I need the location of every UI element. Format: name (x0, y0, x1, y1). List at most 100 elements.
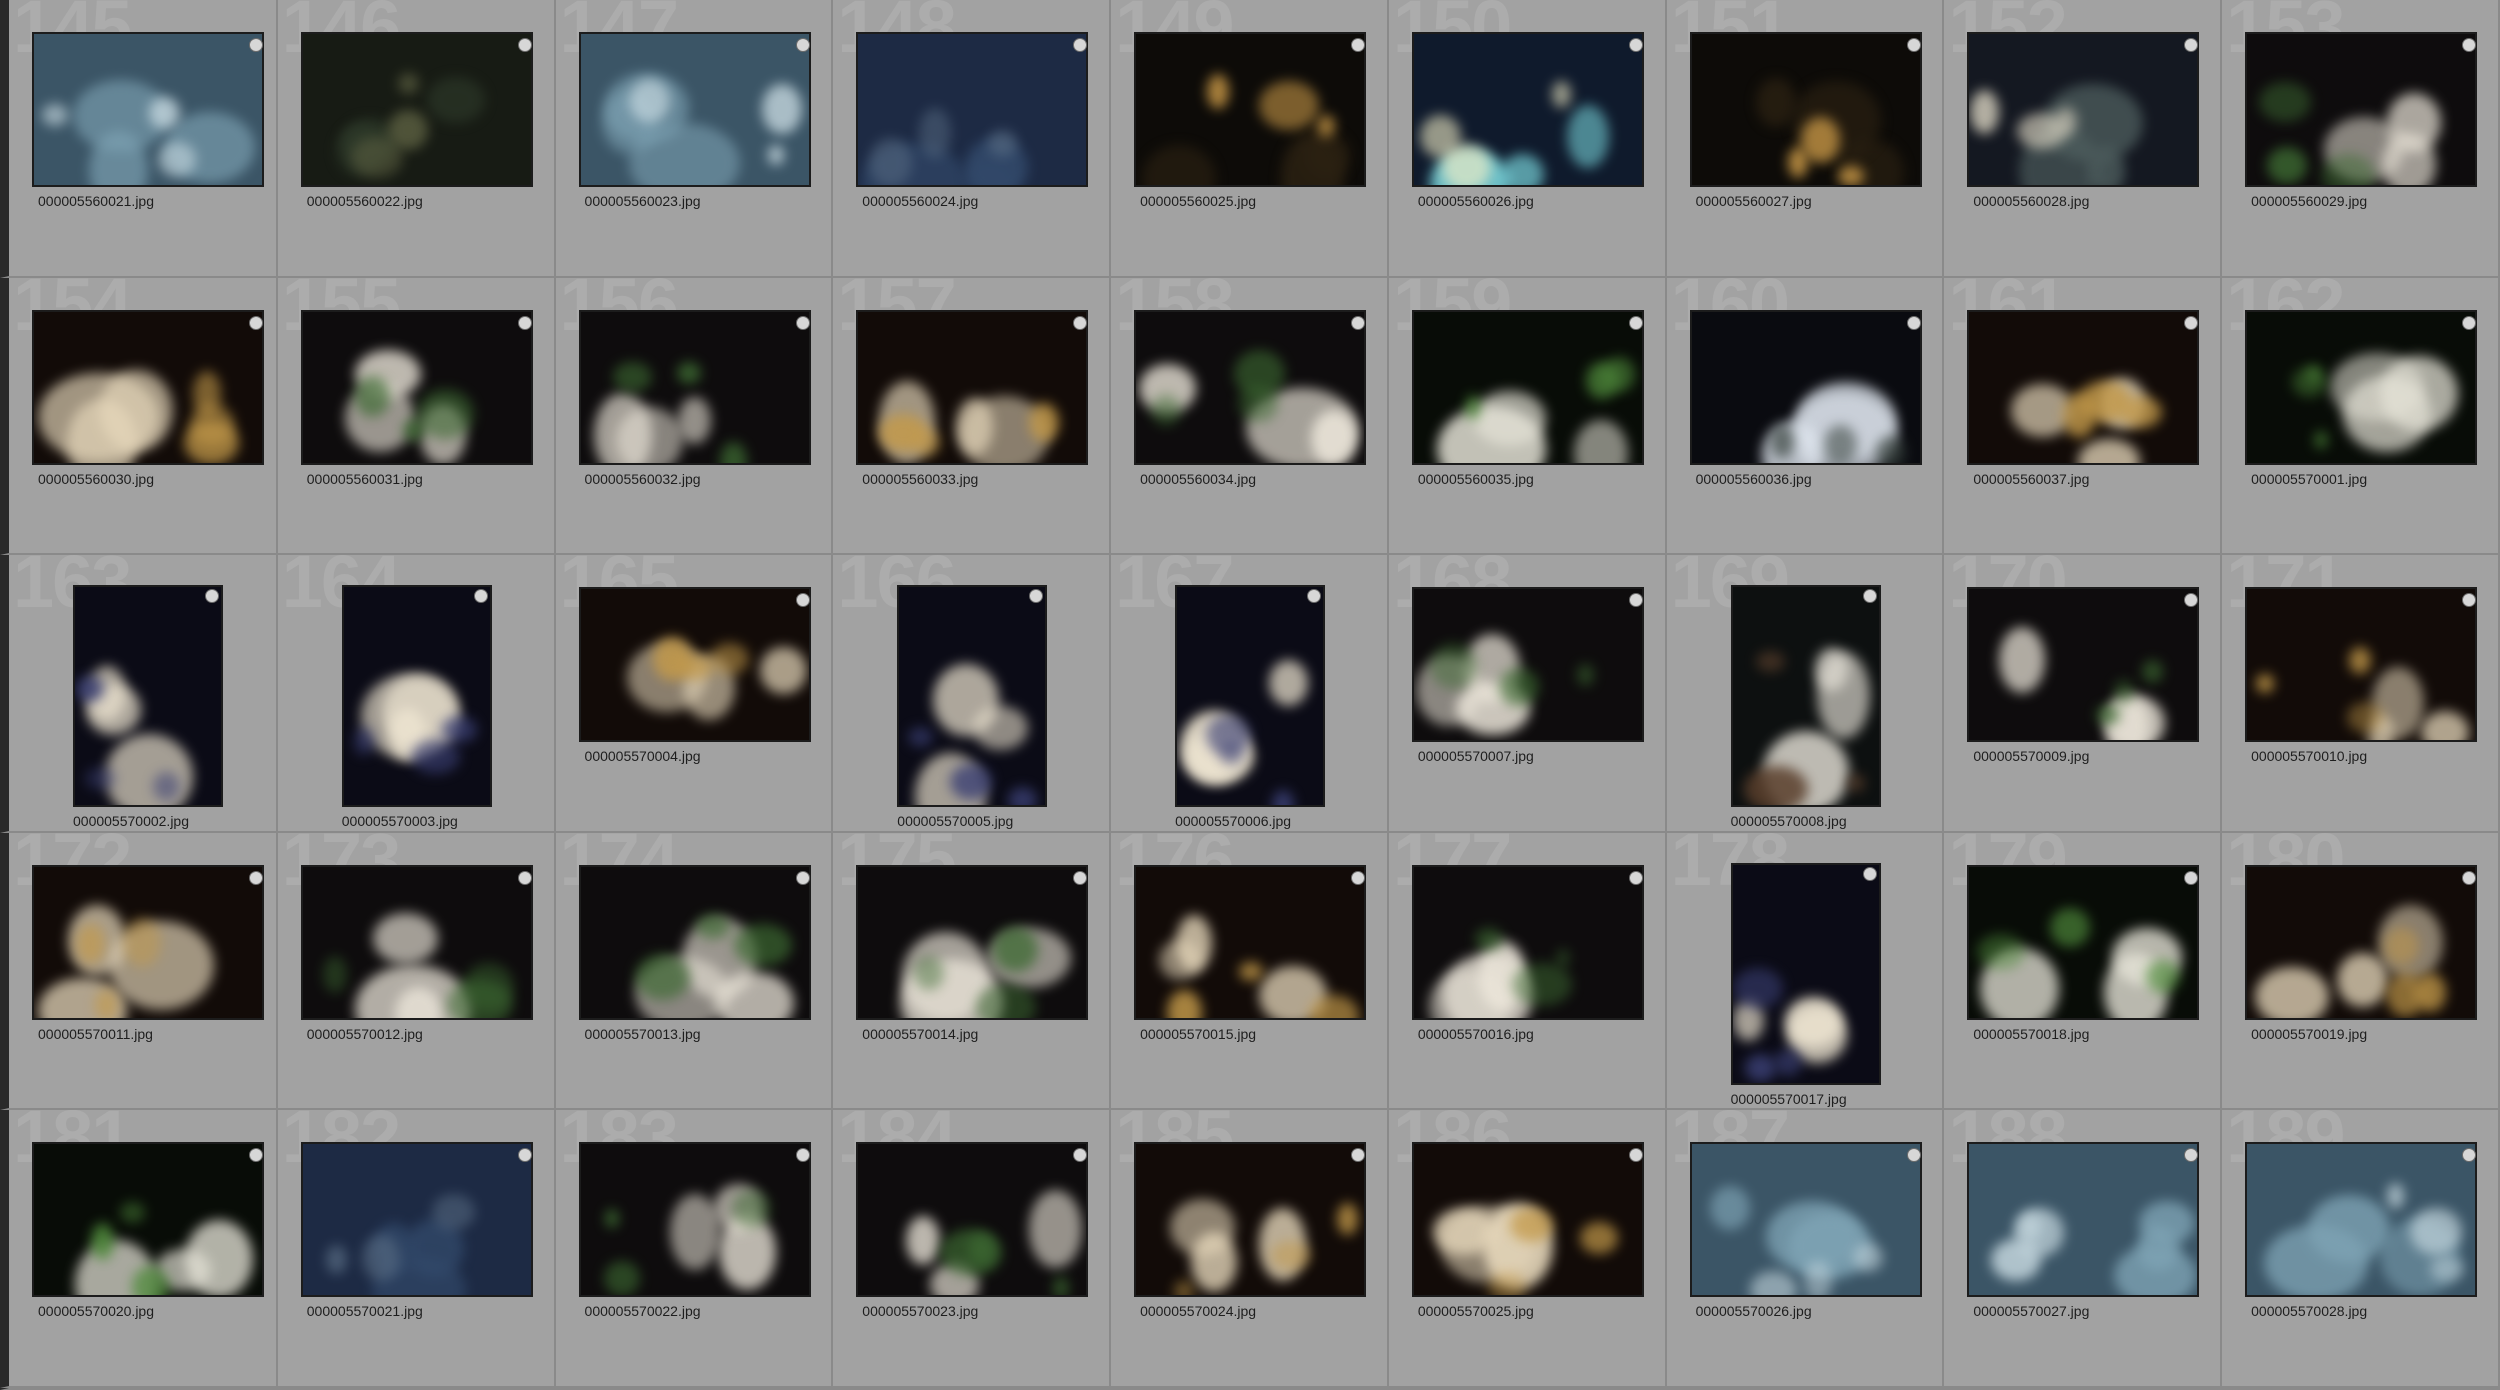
grid-cell[interactable]: 162000005570001.jpg (2222, 277, 2500, 555)
grid-cell[interactable]: 175000005570014.jpg (833, 832, 1112, 1110)
photo-thumbnail[interactable] (73, 585, 223, 807)
grid-cell[interactable]: 155000005560031.jpg (277, 277, 556, 555)
grid-cell[interactable]: 167 000005570006.jpg (1111, 555, 1389, 833)
grid-cell[interactable]: 154000005560030.jpg (0, 277, 278, 555)
photo-thumbnail[interactable] (300, 309, 533, 465)
photo-thumbnail[interactable] (1967, 864, 2200, 1020)
select-circle-icon[interactable] (795, 870, 810, 885)
grid-cell[interactable]: 157000005560033.jpg (833, 277, 1112, 555)
grid-cell[interactable]: 185000005570024.jpg (1111, 1110, 1389, 1388)
photo-thumbnail[interactable] (1689, 32, 1922, 187)
photo-thumbnail[interactable] (32, 309, 264, 465)
grid-cell[interactable]: 194 (1111, 1387, 1389, 1390)
grid-cell[interactable]: 169 000005570008.jpg (1666, 555, 1945, 833)
photo-thumbnail[interactable] (856, 309, 1089, 465)
select-circle-icon[interactable] (1862, 589, 1877, 603)
grid-cell[interactable]: 196 (1666, 1387, 1945, 1390)
select-circle-icon[interactable] (249, 870, 263, 885)
grid-cell[interactable]: 174000005570013.jpg (555, 832, 834, 1110)
select-circle-icon[interactable] (2184, 315, 2199, 330)
select-circle-icon[interactable] (1628, 38, 1643, 52)
select-circle-icon[interactable] (1628, 315, 1643, 330)
photo-thumbnail[interactable] (1134, 309, 1367, 465)
photo-thumbnail[interactable] (341, 585, 492, 807)
photo-thumbnail[interactable] (578, 309, 811, 465)
grid-cell[interactable]: 158000005560034.jpg (1111, 277, 1389, 555)
grid-cell[interactable]: 188000005570027.jpg (1944, 1110, 2223, 1388)
select-circle-icon[interactable] (249, 1148, 263, 1162)
select-circle-icon[interactable] (1351, 315, 1366, 330)
grid-cell[interactable]: 190 (0, 1387, 278, 1390)
grid-cell[interactable]: 195 (1388, 1387, 1667, 1390)
grid-cell[interactable]: 173000005570012.jpg (277, 832, 556, 1110)
grid-cell[interactable]: 160000005560036.jpg (1666, 277, 1945, 555)
photo-thumbnail[interactable] (1134, 864, 1367, 1020)
photo-thumbnail[interactable] (578, 587, 811, 742)
photo-thumbnail[interactable] (32, 1142, 264, 1297)
select-circle-icon[interactable] (1906, 38, 1921, 52)
photo-thumbnail[interactable] (2245, 309, 2478, 465)
select-circle-icon[interactable] (2462, 870, 2477, 885)
grid-cell[interactable]: 198 (2222, 1387, 2500, 1390)
grid-cell[interactable]: 148000005560024.jpg (833, 0, 1112, 278)
photo-thumbnail[interactable] (856, 864, 1089, 1020)
photo-thumbnail[interactable] (856, 32, 1089, 187)
select-circle-icon[interactable] (1351, 870, 1366, 885)
grid-cell[interactable]: 165000005570004.jpg (555, 555, 834, 833)
select-circle-icon[interactable] (249, 38, 263, 52)
select-circle-icon[interactable] (1073, 315, 1088, 330)
grid-cell[interactable]: 166 000005570005.jpg (833, 555, 1112, 833)
select-circle-icon[interactable] (795, 593, 810, 607)
photo-thumbnail[interactable] (1134, 32, 1367, 187)
grid-cell[interactable]: 152000005560028.jpg (1944, 0, 2223, 278)
select-circle-icon[interactable] (1073, 870, 1088, 885)
grid-cell[interactable]: 151000005560027.jpg (1666, 0, 1945, 278)
photo-thumbnail[interactable] (1411, 309, 1644, 465)
grid-cell[interactable]: 147000005560023.jpg (555, 0, 834, 278)
grid-cell[interactable]: 192 (555, 1387, 834, 1390)
grid-cell[interactable]: 179000005570018.jpg (1944, 832, 2223, 1110)
select-circle-icon[interactable] (795, 315, 810, 330)
select-circle-icon[interactable] (1628, 870, 1643, 885)
select-circle-icon[interactable] (473, 589, 488, 603)
grid-cell[interactable]: 187000005570026.jpg (1666, 1110, 1945, 1388)
grid-cell[interactable]: 172000005570011.jpg (0, 832, 278, 1110)
grid-cell[interactable]: 159000005560035.jpg (1388, 277, 1667, 555)
select-circle-icon[interactable] (205, 589, 219, 603)
select-circle-icon[interactable] (795, 38, 810, 52)
grid-cell[interactable]: 171000005570010.jpg (2222, 555, 2500, 833)
photo-thumbnail[interactable] (1134, 1142, 1367, 1297)
grid-cell[interactable]: 181000005570020.jpg (0, 1110, 278, 1388)
grid-cell[interactable]: 191 (277, 1387, 556, 1390)
photo-thumbnail[interactable] (1411, 587, 1644, 742)
photo-thumbnail[interactable] (300, 32, 533, 187)
photo-thumbnail[interactable] (1967, 32, 2200, 187)
photo-thumbnail[interactable] (578, 864, 811, 1020)
photo-thumbnail[interactable] (32, 32, 264, 187)
photo-thumbnail[interactable] (2245, 32, 2478, 187)
photo-thumbnail[interactable] (1730, 862, 1881, 1085)
grid-cell[interactable]: 156000005560032.jpg (555, 277, 834, 555)
photo-thumbnail[interactable] (1411, 32, 1644, 187)
select-circle-icon[interactable] (1862, 866, 1877, 881)
select-circle-icon[interactable] (1351, 1148, 1366, 1162)
photo-thumbnail[interactable] (2245, 587, 2478, 742)
photo-thumbnail[interactable] (578, 32, 811, 187)
grid-cell[interactable]: 170000005570009.jpg (1944, 555, 2223, 833)
select-circle-icon[interactable] (1906, 315, 1921, 330)
grid-cell[interactable]: 146000005560022.jpg (277, 0, 556, 278)
photo-thumbnail[interactable] (1730, 585, 1881, 807)
select-circle-icon[interactable] (795, 1148, 810, 1162)
photo-thumbnail[interactable] (1175, 585, 1326, 807)
photo-thumbnail[interactable] (856, 1142, 1089, 1297)
grid-cell[interactable]: 189000005570028.jpg (2222, 1110, 2500, 1388)
grid-cell[interactable]: 176000005570015.jpg (1111, 832, 1389, 1110)
photo-thumbnail[interactable] (300, 1142, 533, 1297)
grid-cell[interactable]: 197 (1944, 1387, 2223, 1390)
photo-thumbnail[interactable] (1689, 309, 1922, 465)
grid-cell[interactable]: 145000005560021.jpg (0, 0, 278, 278)
photo-thumbnail[interactable] (1411, 864, 1644, 1020)
grid-cell[interactable]: 184000005570023.jpg (833, 1110, 1112, 1388)
select-circle-icon[interactable] (517, 38, 532, 52)
grid-cell[interactable]: 164 000005570003.jpg (277, 555, 556, 833)
